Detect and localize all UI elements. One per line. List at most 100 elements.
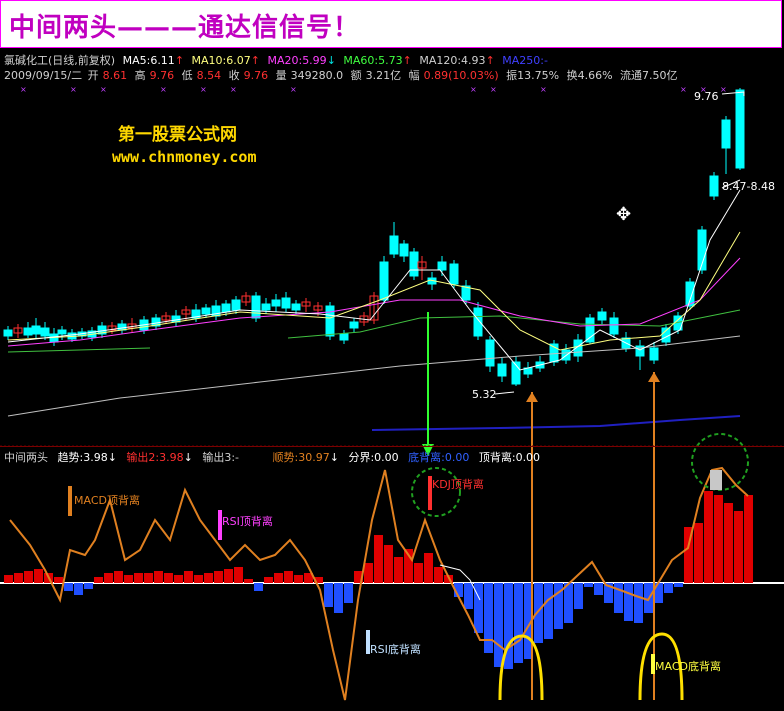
marker-cross: ×: [540, 85, 547, 94]
marker-cross: ×: [100, 85, 107, 94]
macd-histogram-bar: [284, 571, 293, 583]
macd-histogram-bar: [424, 553, 433, 583]
macd-histogram-bar: [4, 575, 13, 583]
candle-body: [379, 261, 389, 301]
price-chart[interactable]: × × × × × × × × × × × × ×✥: [0, 0, 784, 711]
macd-histogram-bar: [224, 569, 233, 583]
candle-body: [585, 317, 595, 343]
candle-body: [399, 243, 409, 257]
candle-body: [485, 339, 495, 367]
marker-cross: ×: [70, 85, 77, 94]
marker-cross: ×: [290, 85, 297, 94]
macd-histogram-bar: [484, 583, 493, 653]
marker-cross: ×: [160, 85, 167, 94]
low-price-label: 5.32: [472, 388, 497, 401]
crosshair-cursor-icon: ✥: [616, 204, 631, 225]
marker-cross: ×: [490, 85, 497, 94]
macd-histogram-bar: [714, 495, 723, 583]
macd-histogram-bar: [24, 571, 33, 583]
macd-histogram-bar: [134, 573, 143, 583]
low-price-pointer: [494, 391, 515, 395]
momentum-value: 顺势:30.97: [272, 451, 330, 464]
macd-histogram-bar: [434, 567, 443, 583]
macd-histogram-bar: [144, 573, 153, 583]
candle-body: [291, 303, 301, 311]
candle-body: [251, 295, 261, 319]
candle-body: [23, 327, 33, 336]
macd-histogram-bar: [324, 583, 333, 607]
marker-cross: ×: [20, 85, 27, 94]
indicator-name: 中间两头: [4, 451, 48, 464]
macd-histogram-bar: [114, 571, 123, 583]
marker-cross: ×: [720, 85, 727, 94]
macd-histogram-bar: [194, 575, 203, 583]
macd-histogram-bar: [594, 583, 603, 595]
candle-body: [389, 235, 399, 255]
macd-histogram-bar: [344, 583, 353, 603]
candle-body: [609, 317, 619, 335]
macd-bottom-divergence-label: MACD底背离: [655, 660, 721, 673]
candle-body: [325, 305, 335, 337]
rsi-top-divergence-label: RSI顶背离: [222, 515, 273, 528]
macd-histogram-bar: [674, 583, 683, 587]
candle-body: [221, 303, 231, 313]
bottom-divergence-value: 底背离:0.00: [408, 451, 470, 464]
macd-histogram-bar: [564, 583, 573, 623]
macd-histogram-bar: [744, 495, 753, 583]
macd-histogram-bar: [734, 511, 743, 583]
candle-body: [709, 175, 719, 197]
candle-body: [339, 333, 349, 341]
macd-histogram-bar: [584, 583, 593, 587]
macd-histogram-bar: [544, 583, 553, 639]
candle-body: [497, 363, 507, 377]
top-divergence-value: 顶背离:0.00: [478, 451, 541, 464]
candle-body: [597, 311, 607, 321]
range-price-label: 8.47-8.48: [722, 180, 775, 193]
ma10-line: [7, 231, 741, 351]
trend-value: 趋势:3.98: [57, 451, 108, 464]
macd-histogram-bar: [174, 575, 183, 583]
orange-signal-arrow-head: [526, 392, 538, 402]
macd-histogram-bar: [514, 583, 523, 663]
rsi-bottom-divergence-label: RSI底背离: [370, 643, 421, 656]
macd-histogram-bar: [74, 583, 83, 595]
macd-histogram-bar: [84, 583, 93, 589]
fenjie-value: 分界:0.00: [348, 451, 399, 464]
macd-histogram-bar: [204, 573, 213, 583]
macd-histogram-bar: [184, 571, 193, 583]
down-arrow-icon: ↓: [329, 451, 339, 464]
macd-histogram-bar: [384, 545, 393, 583]
macd-histogram-bar: [464, 583, 473, 609]
macd-histogram-bar: [534, 583, 543, 643]
marker-cross: ×: [680, 85, 687, 94]
macd-histogram-bar: [664, 583, 673, 593]
candle-body: [57, 329, 67, 335]
macd-histogram-bar: [264, 577, 273, 583]
watermark-url: www.chnmoney.com: [112, 148, 257, 166]
ma60-prefix-line: [7, 347, 151, 353]
output3-value: 输出3:-: [202, 451, 240, 464]
candle-body: [3, 329, 13, 337]
macd-histogram-bar: [234, 567, 243, 583]
macd-histogram-bar: [94, 577, 103, 583]
macd-top-marker: [68, 486, 72, 516]
macd-histogram-bar: [334, 583, 343, 613]
macd-histogram-bar: [294, 575, 303, 583]
marker-cross: ×: [230, 85, 237, 94]
candle-body: [649, 347, 659, 361]
macd-histogram-bar: [634, 583, 643, 623]
macd-histogram-bar: [14, 573, 23, 583]
indicator-info-row: 中间两头 趋势:3.98↓ 输出2:3.98↓ 输出3:- 顺势:30.97↓ …: [4, 449, 546, 465]
macd-histogram-bar: [414, 563, 423, 583]
watermark-title: 第一股票公式网: [118, 125, 237, 145]
candle-body: [231, 299, 241, 311]
macd-histogram-bar: [574, 583, 583, 609]
candle-body: [473, 307, 483, 337]
macd-histogram-bar: [164, 573, 173, 583]
candle-body: [437, 261, 447, 271]
candle-body: [449, 263, 459, 285]
candle-body: [735, 89, 745, 169]
top-signal-block: [710, 470, 722, 490]
candle-body: [349, 321, 359, 329]
candle-body: [281, 297, 291, 309]
